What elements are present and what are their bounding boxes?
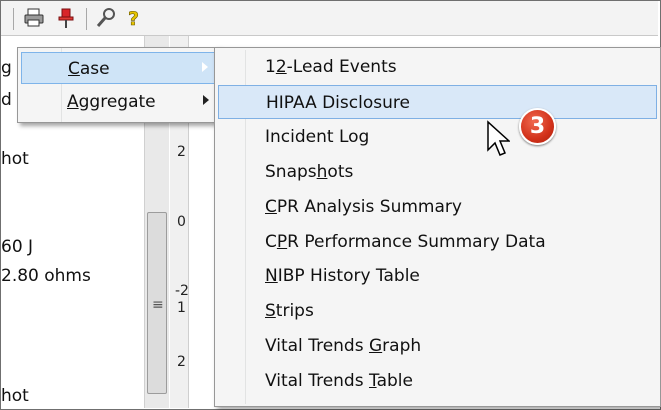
scrollbar-thumb[interactable]: ≡ (147, 212, 167, 394)
menu-item-case[interactable]: Case (21, 52, 215, 84)
submenu-item-snapshots[interactable]: Snapshots (218, 155, 657, 189)
submenu-item-label: Strips (265, 301, 314, 322)
mouse-pointer-icon (486, 120, 511, 160)
help-icon[interactable]: ? (123, 7, 145, 29)
menu-item-label-rest: ggregate (78, 92, 156, 112)
submenu-item-12-lead-events[interactable]: 12-Lead Events (218, 50, 657, 84)
mnemonic-letter: A (67, 92, 79, 112)
menu-item-label-rest: ase (79, 59, 110, 79)
submenu-item-label: 12-Lead Events (265, 57, 397, 77)
info-text: hot (1, 386, 29, 406)
axis-label: 2 (177, 354, 186, 370)
info-text: d (1, 90, 12, 110)
axis-label: 1 (177, 300, 186, 316)
submenu-arrow-icon (202, 62, 208, 72)
submenu-arrow-icon (203, 95, 209, 105)
submenu-item-label: HIPAA Disclosure (266, 92, 410, 113)
tools-icon[interactable] (95, 7, 117, 29)
submenu-item-cpr-performance-summary-data[interactable]: CPR Performance Summary Data (218, 225, 657, 259)
submenu-item-label: Snapshots (265, 161, 354, 182)
menu-item-label: Aggregate (67, 92, 156, 112)
axis-label: 2 (177, 144, 186, 160)
toolbar: ? (1, 1, 658, 36)
pushpin-icon[interactable] (55, 7, 77, 29)
submenu-item-label: CPR Analysis Summary (265, 196, 462, 217)
info-text: 60 J (1, 237, 34, 257)
reports-menu: Case Aggregate (17, 47, 219, 123)
mnemonic-letter: C (68, 59, 80, 79)
step-callout-badge: 3 (519, 108, 556, 145)
toolbar-separator (13, 8, 14, 30)
submenu-item-label: Vital Trends Graph (265, 336, 422, 357)
submenu-item-cpr-analysis-summary[interactable]: CPR Analysis Summary (218, 190, 657, 224)
submenu-item-vital-trends-table[interactable]: Vital Trends Table (218, 364, 657, 398)
submenu-item-label: CPR Performance Summary Data (265, 231, 546, 252)
menu-item-label: Case (68, 59, 110, 79)
submenu-item-hipaa-disclosure[interactable]: HIPAA Disclosure (218, 84, 657, 119)
submenu-item-incident-log[interactable]: Incident Log (218, 120, 657, 154)
info-text: g (1, 58, 12, 78)
submenu-item-nibp-history-table[interactable]: NIBP History Table (218, 259, 657, 293)
submenu-item-label: Incident Log (265, 126, 370, 147)
info-text: 2.80 ohms (1, 266, 91, 286)
axis-label: -2 (175, 283, 189, 299)
toolbar-separator (86, 8, 87, 30)
svg-text:?: ? (128, 8, 139, 29)
menu-item-aggregate[interactable]: Aggregate (21, 86, 215, 118)
print-icon[interactable] (23, 7, 45, 29)
axis-label: 0 (177, 214, 186, 230)
submenu-item-vital-trends-graph[interactable]: Vital Trends Graph (218, 329, 657, 363)
submenu-item-label: Vital Trends Table (265, 371, 413, 392)
info-text: hot (1, 149, 29, 169)
submenu-item-label: NIBP History Table (265, 266, 420, 287)
submenu-item-strips[interactable]: Strips (218, 294, 657, 328)
case-submenu: 12-Lead Events HIPAA Disclosure Incident L… (214, 47, 661, 407)
grip-icon: ≡ (152, 297, 164, 313)
